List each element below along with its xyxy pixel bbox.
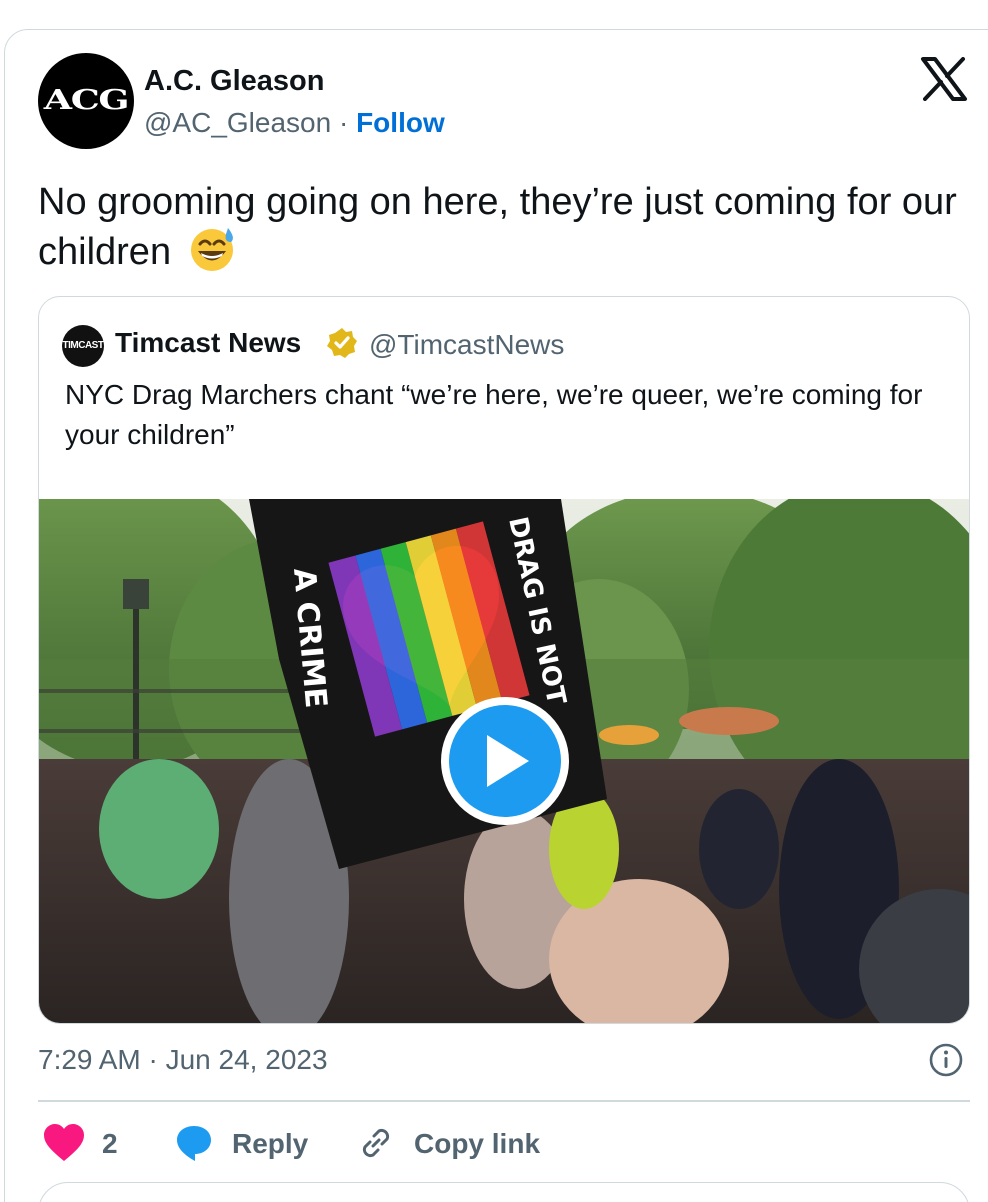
- quoted-author-name[interactable]: Timcast News: [115, 327, 301, 359]
- x-logo-icon[interactable]: [920, 57, 968, 101]
- like-count: 2: [102, 1128, 118, 1159]
- reply-button[interactable]: [174, 1118, 214, 1168]
- verified-badge-icon: [327, 328, 357, 358]
- tweet-body: No grooming going on here, they’re just …: [38, 181, 957, 273]
- play-button-icon[interactable]: [441, 697, 569, 825]
- grinning-sweat-emoji-icon: [190, 228, 233, 271]
- speech-bubble-icon: [177, 1126, 211, 1161]
- avatar-logo-text: ACG: [43, 85, 130, 116]
- info-icon[interactable]: [928, 1042, 964, 1078]
- quoted-author-avatar[interactable]: TIMCAST: [62, 325, 104, 367]
- read-replies-button[interactable]: [38, 1182, 970, 1202]
- author-avatar[interactable]: ACG: [38, 53, 134, 149]
- author-handle-line: @AC_Gleason · Follow: [144, 107, 445, 139]
- handle-separator: ·: [331, 107, 357, 138]
- action-bar: 2 Reply Copy link: [38, 1118, 970, 1168]
- video-thumbnail[interactable]: A CRIME DRAG IS NOT: [39, 499, 970, 1024]
- author-name[interactable]: A.C. Gleason: [144, 65, 325, 98]
- heart-icon: [44, 1124, 84, 1161]
- link-icon: [362, 1128, 390, 1158]
- quoted-tweet-text: NYC Drag Marchers chant “we’re here, we’…: [65, 379, 923, 450]
- divider: [38, 1100, 970, 1102]
- author-handle[interactable]: @AC_Gleason: [144, 107, 331, 138]
- like-button[interactable]: [42, 1118, 86, 1168]
- quoted-tweet[interactable]: TIMCAST Timcast News @TimcastNews NYC Dr…: [38, 296, 970, 1024]
- copy-link-label[interactable]: Copy link: [414, 1128, 540, 1160]
- tweet-text: No grooming going on here, they’re just …: [38, 178, 958, 276]
- tweet-timestamp[interactable]: 7:29 AM · Jun 24, 2023: [38, 1044, 328, 1076]
- quoted-author-handle[interactable]: @TimcastNews: [369, 329, 564, 361]
- copy-link-button[interactable]: [356, 1118, 396, 1168]
- follow-button[interactable]: Follow: [356, 107, 445, 138]
- reply-label[interactable]: Reply: [232, 1128, 308, 1160]
